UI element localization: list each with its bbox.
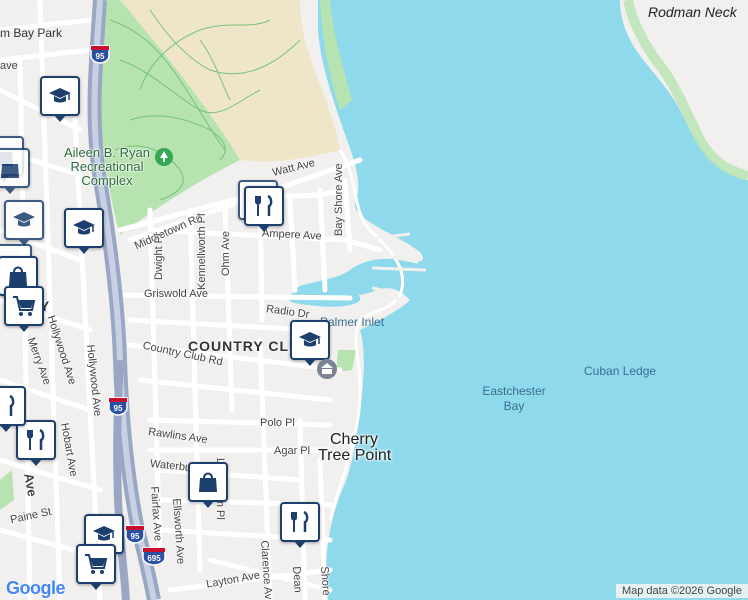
restaurant-icon	[9, 394, 15, 416]
rodman-neck-label: Rodman Neck	[648, 4, 737, 20]
grocery-cart-icon	[13, 296, 36, 316]
restaurant-icon	[27, 428, 45, 450]
cherry-tree-point-label: Cherry Tree Point	[318, 431, 392, 464]
school-pin[interactable]	[290, 320, 330, 366]
map-attribution[interactable]: Map data ©2026 Google	[615, 584, 748, 598]
restaurant-icon	[255, 194, 273, 216]
i695-number: 695	[147, 554, 161, 563]
i95-mid-number: 95	[114, 404, 123, 413]
park-name-label: Aileen B. Ryan Recreational Complex	[64, 145, 150, 188]
i95-shield-bottom: 95	[125, 525, 145, 544]
school-icon	[49, 88, 71, 103]
shopping-pin[interactable]	[188, 462, 228, 508]
restaurant-icon	[291, 510, 309, 532]
restaurant-pin[interactable]	[244, 186, 284, 232]
school-icon	[13, 212, 35, 227]
street-label-top-ave: ave	[0, 60, 18, 72]
shopping-bag-icon	[199, 472, 217, 492]
map-base	[0, 0, 748, 600]
restaurant-pin[interactable]	[0, 386, 26, 432]
grocery-pin[interactable]	[76, 544, 116, 590]
school-pin[interactable]	[64, 208, 104, 254]
i95-shield-top: 95	[90, 45, 110, 64]
i95-top-number: 95	[96, 52, 105, 61]
street-label-kennellworth-pl: Kennellworth Pl	[196, 213, 208, 290]
point-label-line2: Tree Point	[318, 447, 392, 464]
cuban-ledge-label: Cuban Ledge	[584, 364, 657, 378]
street-label-ohm-ave: Ohm Ave	[220, 230, 232, 276]
street-label-griswold-ave: Griswold Ave	[144, 288, 208, 300]
landmark-icon[interactable]	[316, 358, 338, 380]
park-label-top-left: m Bay Park	[0, 26, 63, 40]
park-marker-icon[interactable]	[154, 147, 174, 167]
school-icon	[299, 332, 321, 347]
shopping-bag-icon	[1, 164, 19, 178]
i95-bottom-number: 95	[131, 532, 140, 541]
bay-label-line2: Bay	[503, 399, 525, 413]
street-label-bay-shore-ave: Bay Shore Ave	[333, 163, 345, 236]
shopping-pin[interactable]	[0, 148, 30, 194]
i695-shield: 695	[142, 547, 166, 566]
i95-shield-mid: 95	[108, 397, 128, 416]
street-label-dean: Dean	[290, 566, 304, 594]
street-label-agar-pl: Agar Pl	[274, 445, 311, 457]
restaurant-pin[interactable]	[280, 502, 320, 548]
grocery-pin[interactable]	[4, 286, 44, 332]
bay-label-line1: Eastchester	[482, 384, 546, 398]
restaurant-pin[interactable]	[16, 420, 56, 466]
map-canvas[interactable]: m Bay Park Rodman Neck Aileen B. Ryan Re…	[0, 0, 748, 600]
school-pin[interactable]	[40, 76, 80, 122]
google-logo[interactable]: Google	[6, 578, 66, 599]
street-label-dwight-pl: Dwight Pl	[153, 233, 165, 280]
point-label-line1: Cherry	[329, 431, 378, 448]
google-logo-text: Google	[6, 578, 66, 598]
street-label-polo-pl: Polo Pl	[260, 417, 295, 429]
street-label-shore: Shore	[318, 566, 333, 597]
grocery-cart-icon	[85, 554, 108, 574]
school-icon	[73, 220, 95, 235]
eastchester-bay-label: Eastchester Bay	[480, 384, 548, 414]
school-pin[interactable]	[4, 200, 44, 246]
